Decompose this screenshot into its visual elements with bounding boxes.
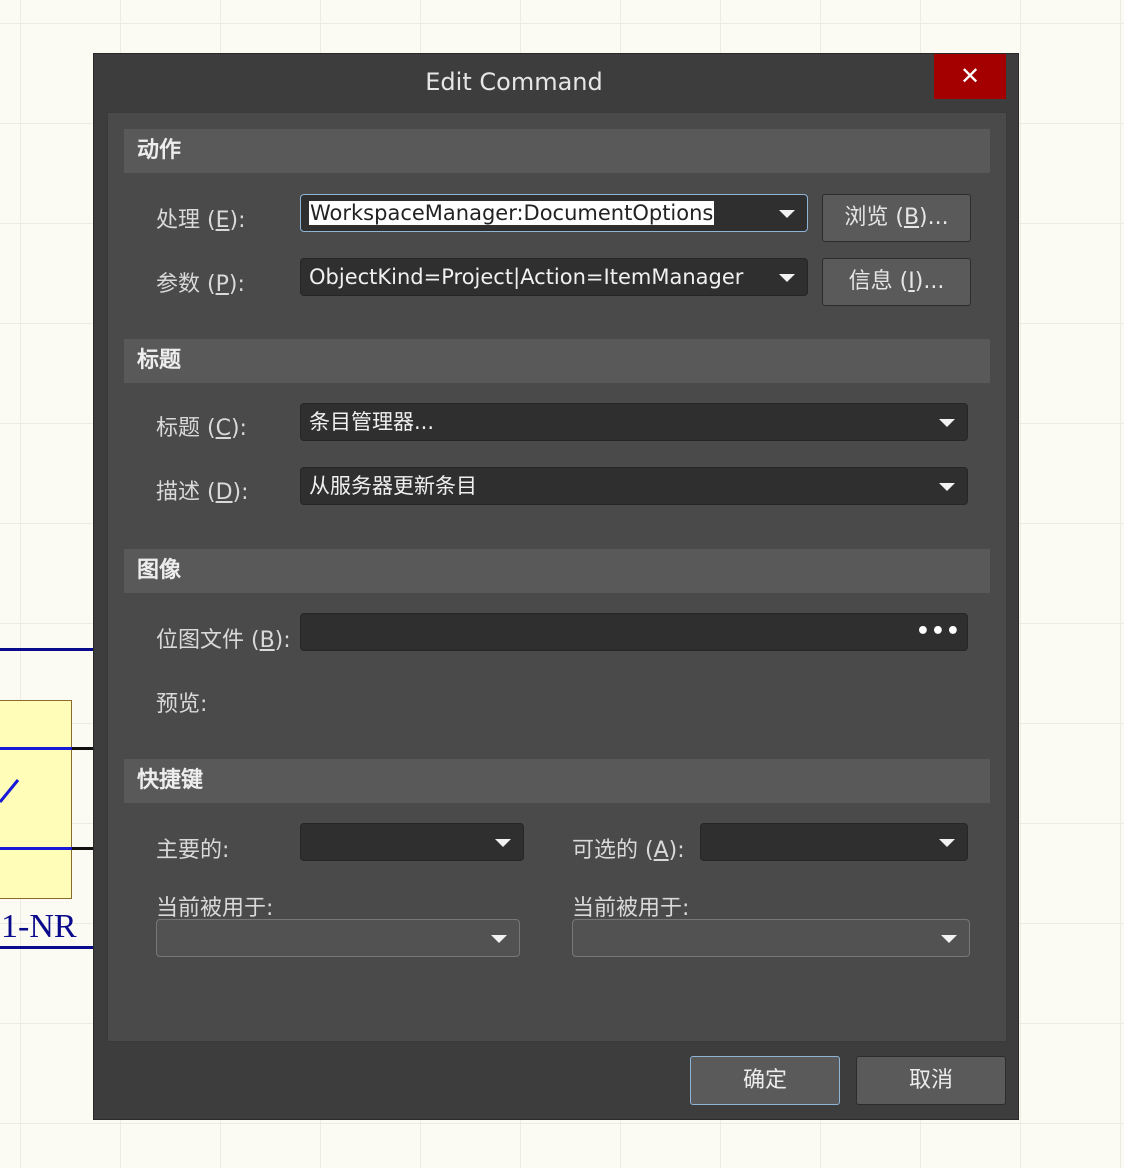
- close-button[interactable]: ✕: [934, 54, 1006, 99]
- alternate-used-by-combo: [572, 919, 970, 957]
- schematic-pin-line-2: [72, 847, 93, 850]
- cancel-button[interactable]: 取消: [856, 1056, 1006, 1105]
- schematic-wire-mid-2: [0, 847, 72, 850]
- bitmap-file-label: 位图文件 (B):: [156, 628, 291, 653]
- schematic-pin-line-1: [72, 747, 93, 750]
- schematic-designator-label: 51-NR: [0, 908, 77, 945]
- browse-button[interactable]: 浏览 (B)...: [822, 194, 971, 242]
- ok-button[interactable]: 确定: [690, 1056, 840, 1105]
- dialog-content: 动作 处理 (E): WorkspaceManager:DocumentOpti…: [107, 112, 1007, 1042]
- caption-combo[interactable]: 条目管理器...: [300, 403, 968, 441]
- chevron-down-icon: [491, 935, 507, 943]
- alternate-shortcut-combo[interactable]: [700, 823, 968, 861]
- description-combo-value: 从服务器更新条目: [309, 474, 477, 498]
- caption-combo-value: 条目管理器...: [309, 410, 435, 434]
- chevron-down-icon: [779, 210, 795, 218]
- dialog-titlebar[interactable]: Edit Command ✕: [94, 54, 1018, 111]
- dialog-title: Edit Command: [425, 68, 603, 96]
- info-button[interactable]: 信息 (I)...: [822, 258, 971, 306]
- chevron-down-icon: [939, 419, 955, 427]
- preview-label: 预览:: [156, 692, 208, 717]
- alternate-used-by-label: 当前被用于:: [572, 896, 690, 921]
- process-label: 处理 (E):: [156, 208, 246, 233]
- section-header-action: 动作: [124, 129, 990, 173]
- more-icon[interactable]: •••: [916, 614, 961, 650]
- section-header-caption: 标题: [124, 339, 990, 383]
- alternate-shortcut-label: 可选的 (A):: [572, 838, 685, 863]
- edit-command-dialog: Edit Command ✕ 动作 处理 (E): WorkspaceManag…: [93, 53, 1019, 1120]
- chevron-down-icon: [779, 274, 795, 282]
- close-icon: ✕: [959, 62, 981, 90]
- primary-shortcut-combo[interactable]: [300, 823, 524, 861]
- description-combo[interactable]: 从服务器更新条目: [300, 467, 968, 505]
- primary-used-by-label: 当前被用于:: [156, 896, 274, 921]
- parameters-combo-value: ObjectKind=Project|Action=ItemManager: [309, 265, 744, 289]
- schematic-wire-top: [0, 648, 93, 651]
- primary-shortcut-label: 主要的:: [156, 838, 230, 863]
- parameters-combo[interactable]: ObjectKind=Project|Action=ItemManager: [300, 258, 808, 296]
- chevron-down-icon: [939, 483, 955, 491]
- process-combo[interactable]: WorkspaceManager:DocumentOptions: [300, 194, 808, 232]
- chevron-down-icon: [939, 839, 955, 847]
- bitmap-file-input[interactable]: •••: [300, 613, 968, 651]
- schematic-wire-mid-1: [0, 747, 72, 750]
- caption-label: 标题 (C):: [156, 416, 247, 441]
- schematic-diagonal-mark: [0, 779, 20, 803]
- chevron-down-icon: [941, 935, 957, 943]
- section-header-image: 图像: [124, 549, 990, 593]
- parameters-label: 参数 (P):: [156, 272, 245, 297]
- process-combo-value: WorkspaceManager:DocumentOptions: [309, 201, 715, 225]
- primary-used-by-combo: [156, 919, 520, 957]
- section-header-shortcuts: 快捷键: [124, 759, 990, 803]
- schematic-wire-bottom: [0, 946, 93, 949]
- description-label: 描述 (D):: [156, 480, 249, 505]
- chevron-down-icon: [495, 839, 511, 847]
